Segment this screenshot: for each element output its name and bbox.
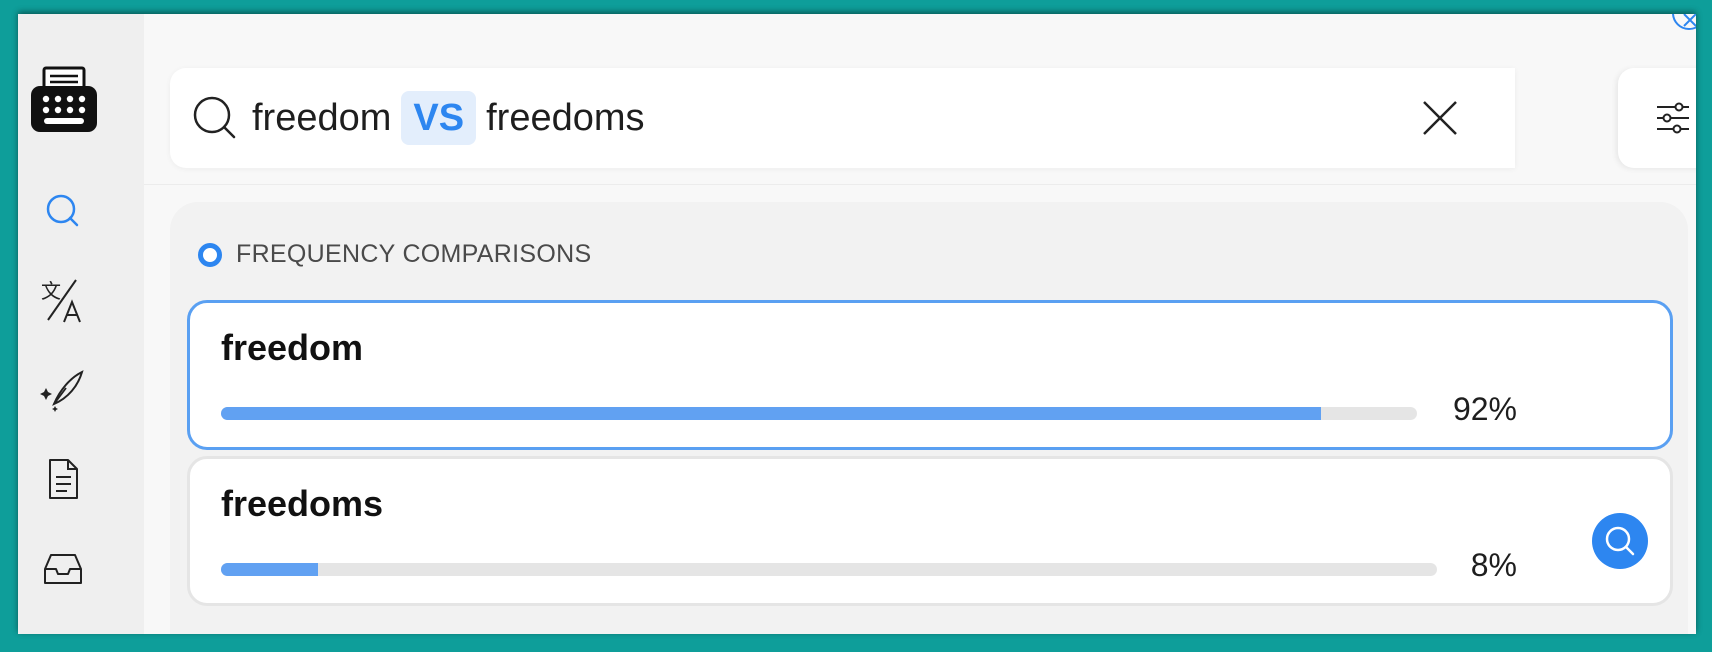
result-card[interactable]: freedom 92% — [187, 300, 1673, 450]
search-icon — [1605, 526, 1635, 556]
results-panel: FREQUENCY COMPARISONS freedom 92% freedo… — [170, 202, 1688, 634]
translate-icon: 文 — [41, 279, 81, 323]
frequency-percent: 8% — [1470, 547, 1517, 583]
nav-documents[interactable] — [38, 454, 88, 504]
search-query[interactable]: freedom VS freedoms — [252, 91, 645, 145]
frequency-bar-fill — [221, 407, 1322, 420]
filter-settings-button[interactable] — [1618, 68, 1696, 168]
search-fab-button[interactable] — [1592, 513, 1648, 569]
nav-inbox[interactable] — [38, 544, 88, 594]
close-icon — [1423, 101, 1457, 135]
search-icon — [192, 95, 238, 141]
search-icon — [46, 194, 79, 227]
quill-sparkle-icon — [40, 370, 84, 412]
section-indicator-icon — [198, 242, 222, 267]
section-header: FREQUENCY COMPARISONS — [198, 240, 591, 269]
frequency-bar-fill — [221, 563, 319, 576]
nav-translate[interactable]: 文 — [38, 276, 88, 326]
query-term-b: freedoms — [486, 96, 645, 139]
sidebar: 文 — [18, 14, 144, 634]
frequency-percent: 92% — [1452, 391, 1517, 427]
app-window: 文 freedom VS freedoms FREQUENCY COMPARIS… — [18, 14, 1696, 634]
inbox-icon — [44, 554, 82, 584]
clear-search-button[interactable] — [1418, 96, 1462, 140]
frequency-bar — [221, 563, 1437, 576]
document-icon — [49, 459, 78, 499]
search-bar[interactable]: freedom VS freedoms — [170, 68, 1515, 168]
section-title: FREQUENCY COMPARISONS — [236, 240, 592, 268]
result-card[interactable]: freedoms 8% — [187, 456, 1673, 606]
sliders-icon — [1657, 102, 1689, 134]
typewriter-logo-icon — [30, 66, 98, 138]
query-term-a: freedom — [252, 96, 392, 139]
close-icon — [1683, 14, 1696, 27]
frequency-bar — [221, 407, 1417, 420]
svg-text:文: 文 — [41, 279, 61, 303]
nav-rewrite[interactable] — [38, 366, 88, 416]
divider — [144, 184, 1696, 185]
nav-search[interactable] — [38, 186, 88, 236]
main-area: freedom VS freedoms FREQUENCY COMPARISON… — [144, 14, 1696, 634]
result-word: freedom — [221, 327, 364, 368]
result-word: freedoms — [221, 483, 384, 524]
vs-badge: VS — [401, 91, 477, 145]
